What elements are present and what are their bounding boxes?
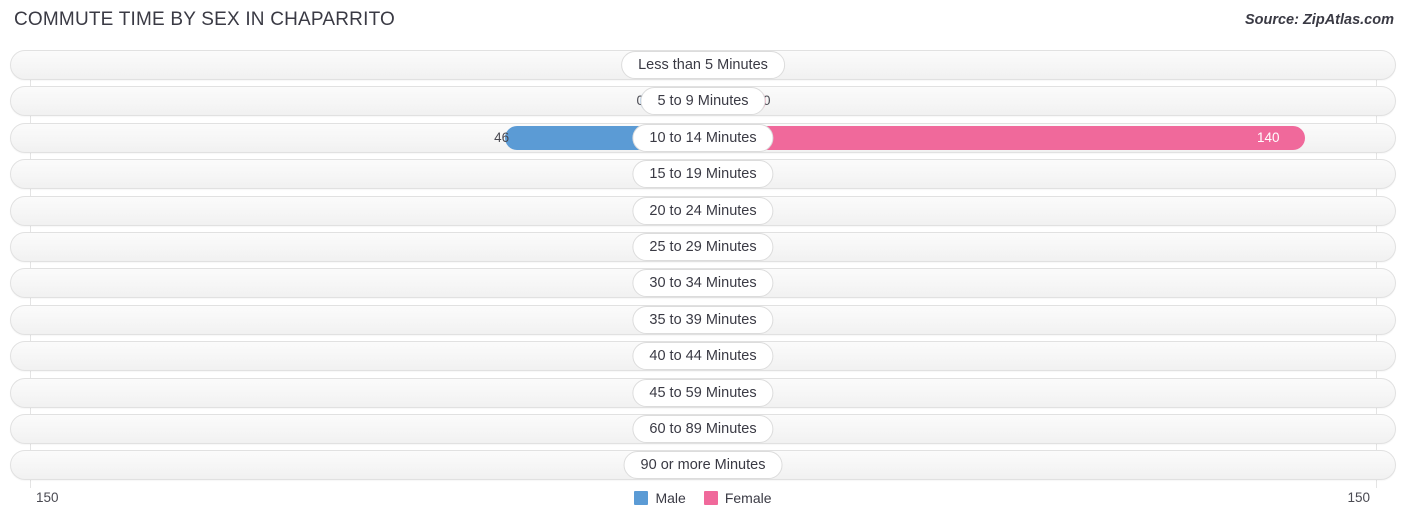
- bar-row-label: 15 to 19 Minutes: [632, 160, 774, 189]
- source-attribution: Source: ZipAtlas.com: [1244, 12, 1394, 28]
- bar-row-label: 60 to 89 Minutes: [632, 414, 774, 443]
- bar-row[interactable]: 0040 to 44 Minutes: [0, 341, 1406, 372]
- bar-row[interactable]: 0090 or more Minutes: [0, 450, 1406, 481]
- bar-row[interactable]: 0045 to 59 Minutes: [0, 377, 1406, 408]
- bar-row-label: 5 to 9 Minutes: [640, 87, 766, 116]
- legend-item-female[interactable]: Female: [703, 490, 772, 506]
- bar-row-label: Less than 5 Minutes: [621, 51, 785, 79]
- bar-row-label: 30 to 34 Minutes: [632, 269, 774, 298]
- value-label-female: 140: [1257, 129, 1280, 145]
- legend-label-male: Male: [655, 490, 686, 506]
- value-label-male: 46: [494, 129, 510, 145]
- legend-label-female: Female: [724, 490, 772, 506]
- legend-item-male[interactable]: Male: [634, 490, 686, 506]
- bar-row-label: 25 to 29 Minutes: [632, 232, 774, 261]
- bar-row[interactable]: 0060 to 89 Minutes: [0, 413, 1406, 444]
- bar-row-label: 35 to 39 Minutes: [632, 305, 774, 334]
- chart-footer: 150 150 Male Female: [0, 485, 1406, 515]
- page-title: COMMUTE TIME BY SEX IN CHAPARRITO: [14, 9, 396, 30]
- bar-row[interactable]: 0020 to 24 Minutes: [0, 195, 1406, 226]
- legend-swatch-female-icon: [703, 491, 718, 505]
- bar-female[interactable]: [703, 125, 1305, 150]
- bar-row-list: 00Less than 5 Minutes 005 to 9 Minutes 46 1…: [0, 50, 1406, 481]
- bar-row[interactable]: 46 140 10 to 14 Minutes: [0, 122, 1406, 153]
- chart-page: COMMUTE TIME BY SEX IN CHAPARRITO Source…: [0, 0, 1406, 522]
- bar-row-label: 90 or more Minutes: [623, 451, 783, 480]
- bar-row-label: 10 to 14 Minutes: [632, 123, 774, 152]
- bar-row[interactable]: 0015 to 19 Minutes: [0, 159, 1406, 190]
- bar-row-label: 20 to 24 Minutes: [632, 196, 774, 225]
- bar-row[interactable]: 0035 to 39 Minutes: [0, 304, 1406, 335]
- chart-legend: Male Female: [0, 485, 1406, 511]
- legend-swatch-male-icon: [634, 491, 649, 505]
- bar-row-label: 45 to 59 Minutes: [632, 378, 774, 407]
- plot-area: 00Less than 5 Minutes 005 to 9 Minutes 46 1…: [0, 50, 1406, 488]
- bar-row-label: 40 to 44 Minutes: [632, 342, 774, 371]
- bar-row[interactable]: 005 to 9 Minutes: [0, 86, 1406, 117]
- bar-row[interactable]: 0030 to 34 Minutes: [0, 268, 1406, 299]
- bar-row[interactable]: 00Less than 5 Minutes: [0, 50, 1406, 80]
- bar-row[interactable]: 0025 to 29 Minutes: [0, 231, 1406, 262]
